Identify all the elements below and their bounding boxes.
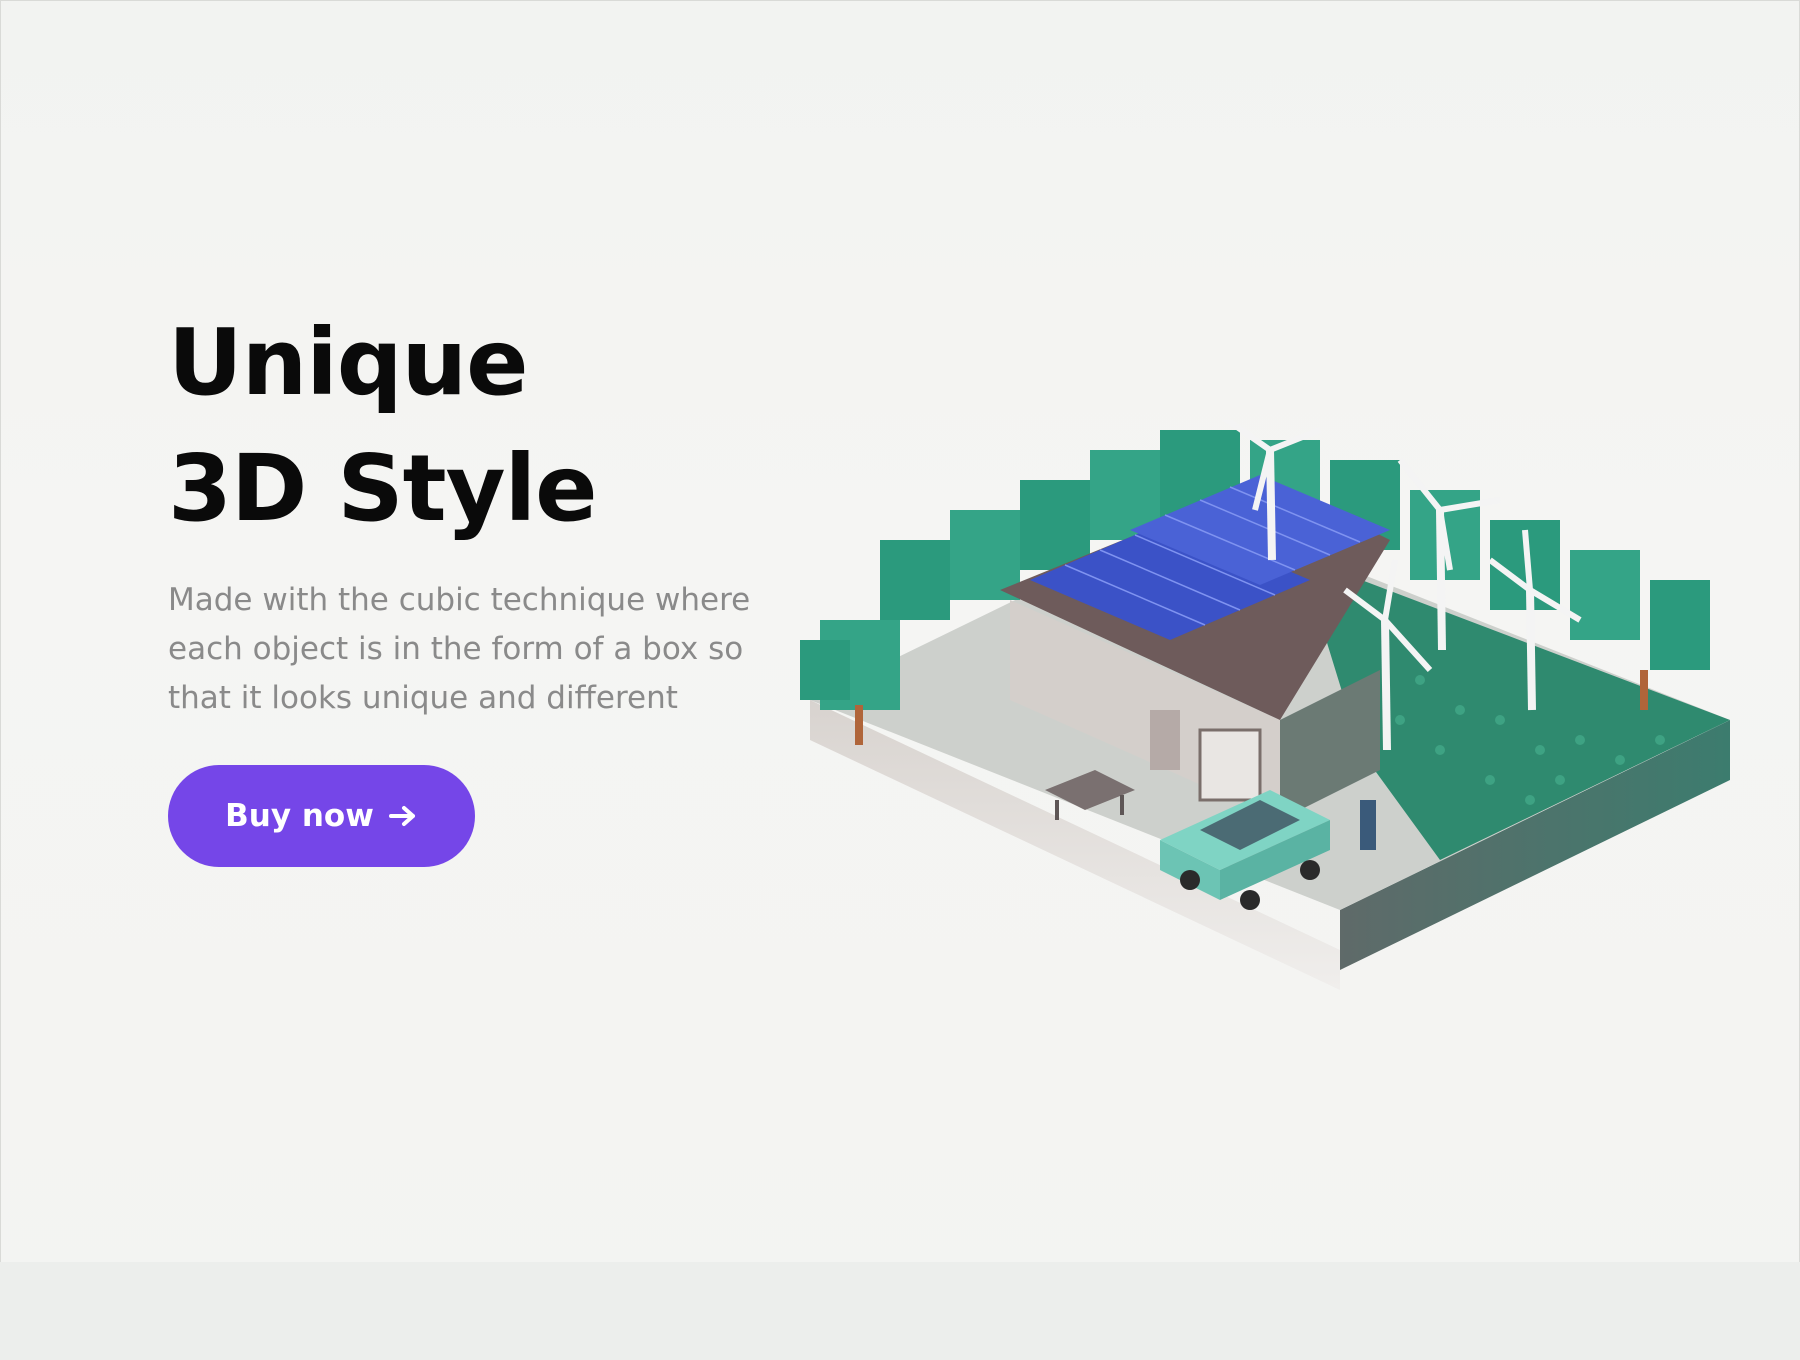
isometric-eco-house-illustration: [800, 420, 1730, 990]
bottom-band: [0, 1262, 1800, 1360]
ev-charger: [1360, 800, 1376, 850]
hero-title: Unique 3D Style: [168, 300, 828, 552]
hero-title-line-2: 3D Style: [168, 435, 598, 542]
arrow-right-icon: [388, 806, 415, 826]
hero-description: Made with the cubic technique where each…: [168, 582, 751, 716]
hero-title-line-1: Unique: [168, 309, 528, 416]
hero-text-block: Unique 3D Style Made with the cubic tech…: [168, 300, 828, 723]
buy-now-button[interactable]: Buy now: [168, 765, 475, 867]
buy-now-label: Buy now: [225, 798, 374, 834]
